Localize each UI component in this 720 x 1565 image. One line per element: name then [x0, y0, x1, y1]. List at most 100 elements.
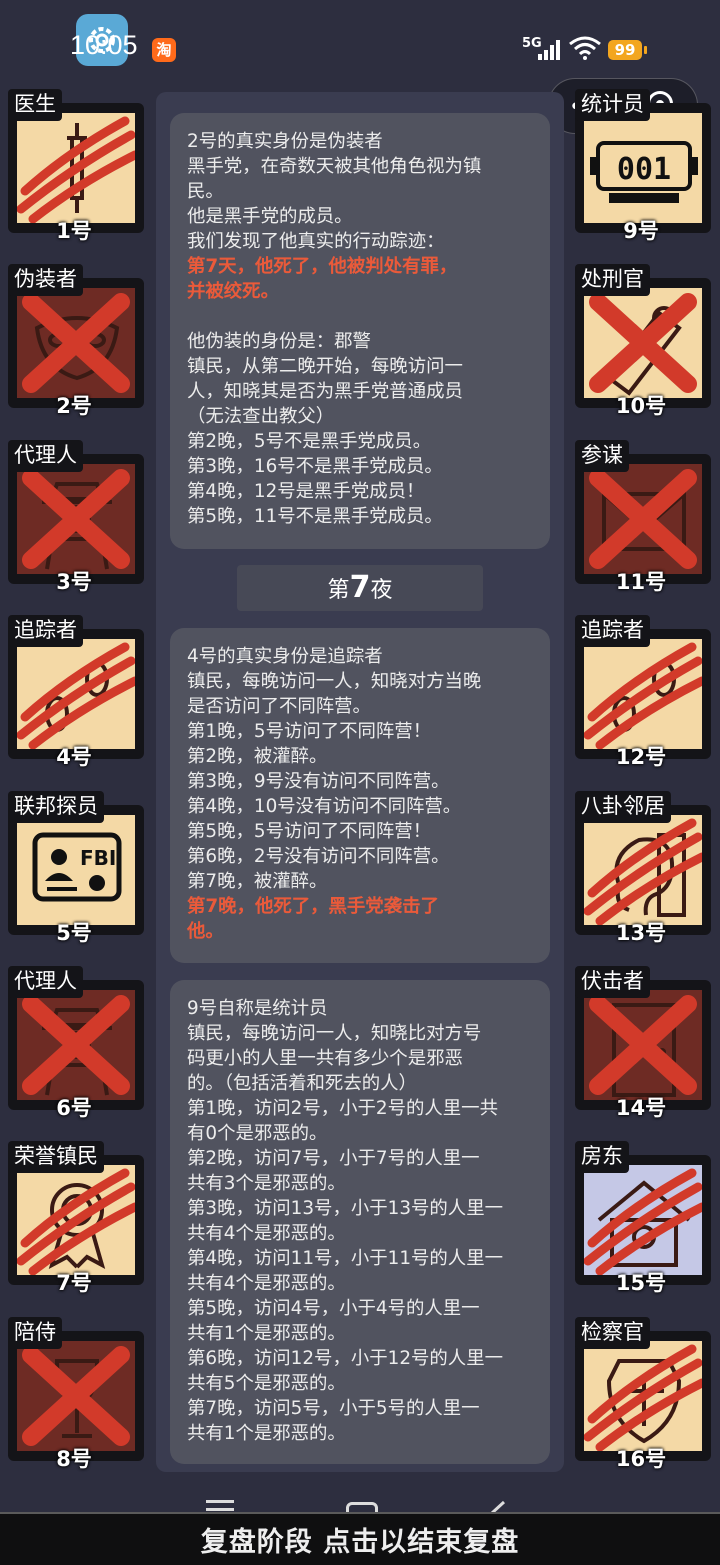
- log-line: 他是黑手党的成员。: [187, 206, 353, 227]
- player-number: 1号: [56, 219, 92, 243]
- log-line: 民。: [187, 181, 224, 202]
- log-line: 第4晚，访问11号，小于11号的人里一: [187, 1248, 503, 1269]
- log-message: 9号自称是统计员 镇民，每晚访问一人，知晓比对方号 码更小的人里一共有多少个是邪恶的…: [170, 980, 550, 1464]
- player-card-13号[interactable]: 八卦邻居 13号: [571, 790, 711, 945]
- log-line: 第4晚，10号没有访问不同阵营。: [187, 796, 462, 817]
- log-line: 第7晚，访问5号，小于5号的人里一: [187, 1398, 480, 1419]
- log-line: 第3晚，访问13号，小于13号的人里一: [187, 1198, 503, 1219]
- player-number: 14号: [615, 1096, 667, 1120]
- role-label: 伏击者: [575, 966, 650, 998]
- end-review-label: 复盘阶段 点击以结束复盘: [200, 1527, 520, 1558]
- role-label: 伪装者: [8, 264, 83, 297]
- log-line: 共有1个是邪恶的。: [187, 1423, 346, 1444]
- role-label: 代理人: [8, 439, 83, 472]
- player-number: 4号: [56, 745, 92, 770]
- scroll-icon: [584, 288, 702, 399]
- log-message-lines: 9号自称是统计员 镇民，每晚访问一人，知晓比对方号 码更小的人里一共有多少个是邪恶的…: [187, 996, 547, 1446]
- death-event-line: 并被绞死。: [187, 281, 279, 302]
- log-line: 第5晚，访问4号，小于4号的人里一: [187, 1298, 480, 1319]
- player-card-16号[interactable]: 检察官 16号: [571, 1316, 711, 1471]
- player-number: 11号: [615, 569, 667, 594]
- night-header: 第7夜: [237, 565, 483, 611]
- player-number: 9号: [623, 219, 659, 243]
- log-line: （无法查出教父）: [187, 406, 335, 427]
- role-label: 陪侍: [8, 1316, 62, 1349]
- role-label: 八卦邻居: [575, 790, 671, 823]
- log-line: 他伪装的身份是：郡警: [187, 331, 371, 352]
- player-card-14号[interactable]: 伏击者 14号: [571, 966, 711, 1120]
- log-line: 第5晚，11号不是黑手党成员。: [187, 506, 443, 527]
- log-line: 是否访问了不同阵营。: [187, 696, 371, 717]
- wine-glass-icon: [17, 1340, 135, 1451]
- player-card-6号[interactable]: 代理人 6号: [4, 966, 144, 1120]
- log-line: 第1晚，5号访问了不同阵营！: [187, 721, 432, 742]
- role-label: 追踪者: [575, 615, 650, 648]
- battery-indicator: 99: [608, 40, 647, 60]
- log-line: 第2晚，被灌醉。: [187, 746, 328, 767]
- log-line: 共有4个是邪恶的。: [187, 1273, 346, 1294]
- role-label: 追踪者: [8, 615, 83, 648]
- night-suffix: 夜: [370, 578, 393, 603]
- log-line: 镇民，每晚访问一人，知晓对方当晚: [187, 671, 482, 692]
- log-line: 共有3个是邪恶的。: [187, 1173, 346, 1194]
- svg-text:FBI: FBI: [80, 846, 116, 870]
- player-number: 8号: [56, 1446, 92, 1471]
- log-message: 4号的真实身份是追踪者 镇民，每晚访问一人，知晓对方当晚 是否访问了不同阵营。 第1晚…: [170, 628, 550, 963]
- log-line: 镇民，每晚访问一人，知晓比对方号: [187, 1023, 482, 1044]
- death-event-line: 第7天，他死了，他被判处有罪，: [187, 256, 458, 277]
- death-event-line: 他。: [187, 921, 224, 942]
- log-line: 我们发现了他真实的行动踪迹：: [187, 231, 445, 252]
- agent-icon: [17, 463, 135, 574]
- log-line: 2号的真实身份是伪装者: [187, 131, 383, 152]
- mask-icon: [17, 288, 135, 399]
- player-card-1号[interactable]: 医生 1号: [4, 89, 144, 243]
- medal-icon: [17, 1165, 135, 1276]
- night-number: 7: [349, 570, 371, 605]
- wifi-icon: [569, 36, 601, 60]
- role-label: 参谋: [575, 439, 629, 472]
- player-number: 3号: [56, 569, 92, 594]
- night-prefix: 第: [327, 578, 350, 603]
- player-number: 16号: [615, 1446, 667, 1471]
- player-card-12号[interactable]: 追踪者 12号: [571, 615, 711, 769]
- role-label: 检察官: [575, 1316, 650, 1349]
- player-card-9号[interactable]: 001 统计员 9号: [571, 89, 711, 243]
- scales-icon: [584, 1340, 702, 1451]
- player-card-8号[interactable]: 陪侍 8号: [4, 1316, 144, 1471]
- log-line: 第6晚，2号没有访问不同阵营。: [187, 846, 450, 867]
- log-line: 第2晚，访问7号，小于7号的人里一: [187, 1148, 480, 1169]
- role-label: 代理人: [8, 966, 83, 998]
- role-label: 联邦探员: [8, 790, 104, 823]
- envelope-icon: [584, 463, 702, 574]
- player-card-3号[interactable]: 代理人 3号: [4, 439, 144, 594]
- player-card-10号[interactable]: 处刑官 10号: [571, 264, 711, 418]
- footprints-icon: [584, 639, 702, 750]
- player-card-5号[interactable]: FBI 联邦探员 5号: [4, 790, 144, 945]
- role-label: 统计员: [575, 89, 650, 121]
- role-label: 医生: [8, 89, 62, 121]
- log-line: 共有4个是邪恶的。: [187, 1223, 346, 1244]
- player-card-7号[interactable]: 荣誉镇民 7号: [4, 1141, 144, 1295]
- player-number: 10号: [615, 394, 667, 419]
- log-line: 共有5个是邪恶的。: [187, 1373, 346, 1394]
- log-line: 共有1个是邪恶的。: [187, 1323, 346, 1344]
- log-line: 第5晚，5号访问了不同阵营！: [187, 821, 432, 842]
- syringe-icon: [17, 113, 135, 223]
- player-card-4号[interactable]: 追踪者 4号: [4, 615, 144, 769]
- player-card-11号[interactable]: 参谋 11号: [571, 439, 711, 594]
- log-line: 镇民，从第二晚开始，每晚访问一: [187, 356, 463, 377]
- log-spacer: [187, 304, 547, 329]
- player-number: 13号: [615, 920, 667, 945]
- player-card-15号[interactable]: 房东 15号: [571, 1141, 711, 1295]
- log-line: 人，知晓其是否为黑手党普通成员: [187, 381, 463, 402]
- log-message: 2号的真实身份是伪装者 黑手党，在奇数天被其他角色视为镇 民。 他是黑手党的成员。 我们…: [170, 113, 550, 549]
- role-label: 荣誉镇民: [8, 1141, 104, 1174]
- ear-icon: [584, 814, 702, 925]
- log-line: 第3晚，9号没有访问不同阵营。: [187, 771, 450, 792]
- player-card-2号[interactable]: 伪装者 2号: [4, 264, 144, 418]
- end-review-button[interactable]: 复盘阶段 点击以结束复盘: [0, 1512, 720, 1565]
- log-line: 第1晚，访问2号，小于2号的人里一共: [187, 1098, 498, 1119]
- log-line: 有0个是邪恶的。: [187, 1123, 328, 1144]
- status-bar: 10:05 淘 5G 99: [0, 0, 720, 90]
- taobao-notification-icon: 淘: [152, 38, 176, 62]
